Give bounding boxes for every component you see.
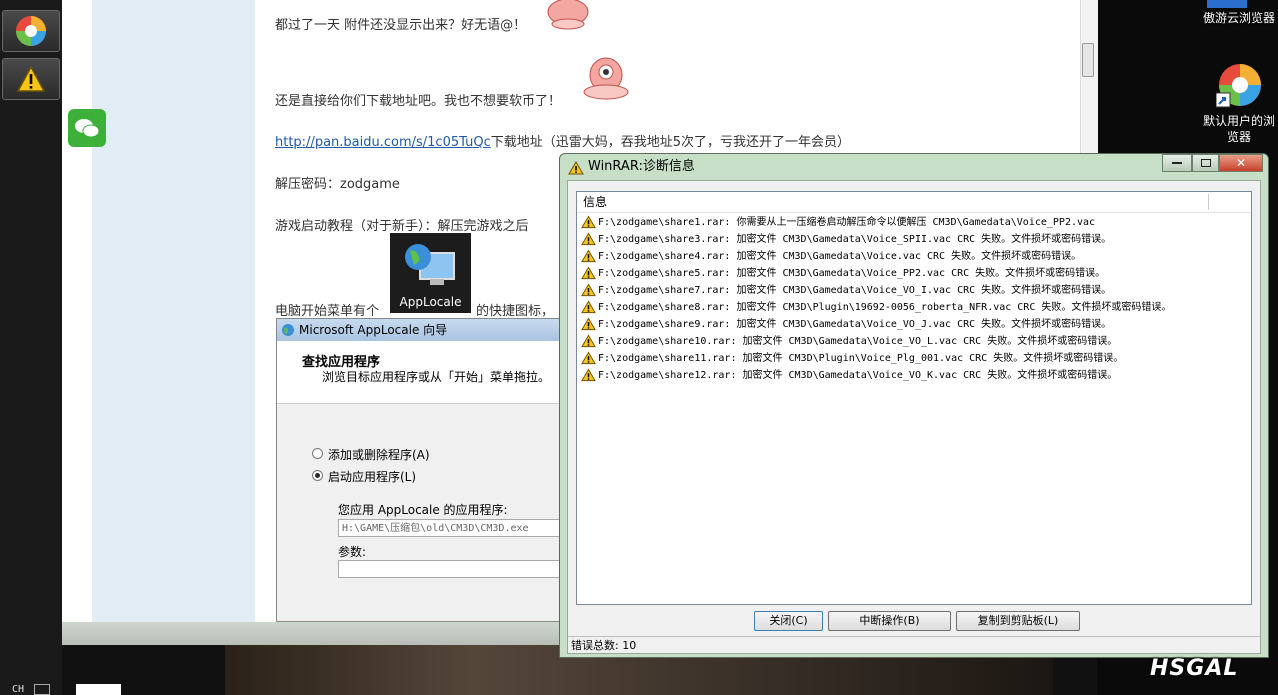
- post-line: 都过了一天 附件还没显示出来？好无语@！: [275, 18, 527, 33]
- launch-app-radio[interactable]: [312, 470, 323, 481]
- app-path-label: 您应用 AppLocale 的应用程序:: [338, 503, 508, 517]
- add-remove-radio[interactable]: [312, 448, 323, 459]
- applocale-label: AppLocale: [399, 295, 462, 309]
- taskbar: [0, 0, 62, 695]
- message-row[interactable]: F:\zodgame\share10.rar: 加密文件 CM3D\Gameda…: [581, 333, 1117, 350]
- wizard-header: 查找应用程序 浏览目标应用程序或从「开始」菜单拖拉。: [277, 341, 559, 404]
- message-text: F:\zodgame\share3.rar: 加密文件 CM3D\Gamedat…: [598, 234, 1112, 245]
- close-button[interactable]: 关闭(C): [754, 611, 823, 631]
- column-header-label: 信息: [583, 195, 608, 209]
- dialog-body: 信息 F:\zodgame\share1.rar: 你需要从上一压缩卷启动解压命…: [567, 180, 1261, 654]
- message-row[interactable]: F:\zodgame\share11.rar: 加密文件 CM3D\Plugin…: [581, 350, 1123, 367]
- add-remove-label[interactable]: 添加或删除程序(A): [328, 446, 430, 463]
- maximize-icon: [1200, 159, 1211, 167]
- desktop-icon-maxthon-cloud[interactable]: [1207, 0, 1247, 8]
- post-line: http://pan.baidu.com/s/1c05TuQc下载地址（迅雷大妈…: [275, 131, 850, 150]
- warning-icon: [581, 300, 596, 314]
- scrollbar-thumb[interactable]: [1082, 43, 1094, 77]
- launch-app-label[interactable]: 启动应用程序(L): [328, 468, 416, 485]
- post-line: 还是直接给你们下载地址吧。我也不想要软币了！: [275, 94, 562, 109]
- download-link[interactable]: http://pan.baidu.com/s/1c05TuQc: [275, 135, 491, 150]
- column-separator[interactable]: [1208, 194, 1209, 210]
- desktop-icon-label-line: 览器: [1226, 130, 1251, 144]
- wechat-icon: [75, 119, 100, 138]
- applocale-small-icon: [282, 324, 294, 336]
- warning-icon: [581, 351, 596, 365]
- close-window-button[interactable]: ✕: [1219, 154, 1263, 172]
- warning-icon: [581, 232, 596, 246]
- post-line: 的快捷图标，: [476, 304, 555, 319]
- applocale-icon: [405, 244, 455, 285]
- message-row[interactable]: F:\zodgame\share3.rar: 加密文件 CM3D\Gamedat…: [581, 231, 1111, 248]
- message-text: F:\zodgame\share8.rar: 加密文件 CM3D\Plugin\…: [598, 302, 1172, 313]
- message-row[interactable]: F:\zodgame\share4.rar: 加密文件 CM3D\Gamedat…: [581, 248, 1081, 265]
- app-path-input[interactable]: H:\GAME\压缩包\old\CM3D\CM3D.exe: [338, 519, 560, 537]
- applocale-wizard-window: Microsoft AppLocale 向导 查找应用程序 浏览目标应用程序或从…: [276, 318, 560, 622]
- warning-icon: [581, 334, 596, 348]
- message-text: F:\zodgame\share5.rar: 加密文件 CM3D\Gamedat…: [598, 268, 1106, 279]
- warning-icon: [581, 368, 596, 382]
- params-label: 参数:: [338, 545, 367, 559]
- abort-button[interactable]: 中断操作(B): [828, 611, 951, 631]
- message-row[interactable]: F:\zodgame\share8.rar: 加密文件 CM3D\Plugin\…: [581, 299, 1171, 316]
- emoticon-icon: [583, 57, 629, 100]
- message-text: F:\zodgame\share4.rar: 加密文件 CM3D\Gamedat…: [598, 251, 1082, 262]
- message-row[interactable]: F:\zodgame\share1.rar: 你需要从上一压缩卷启动解压命令以便…: [581, 214, 1095, 231]
- download-link-note: 下载地址（迅雷大妈，吞我地址5次了，亏我还开了一年会员）: [490, 135, 850, 150]
- desktop-icon-label[interactable]: 默认用户的浏 览器: [1194, 113, 1278, 145]
- wechat-share-icon[interactable]: [68, 109, 106, 147]
- browser-logo-icon: [16, 16, 46, 46]
- post-line: 游戏启动教程（对于新手）：解压完游戏之后: [275, 219, 529, 234]
- warning-icon: [16, 65, 46, 92]
- message-text: F:\zodgame\share9.rar: 加密文件 CM3D\Gamedat…: [598, 319, 1112, 330]
- warning-icon: [581, 317, 596, 331]
- message-text: F:\zodgame\share7.rar: 加密文件 CM3D\Gamedat…: [598, 285, 1112, 296]
- warning-icon: [581, 249, 596, 263]
- message-row[interactable]: F:\zodgame\share12.rar: 加密文件 CM3D\Gameda…: [581, 367, 1117, 384]
- message-row[interactable]: F:\zodgame\share5.rar: 加密文件 CM3D\Gamedat…: [581, 265, 1105, 282]
- taskbar-thumbnail[interactable]: [76, 684, 121, 695]
- desktop-icon-label[interactable]: 傲游云浏览器: [1194, 10, 1278, 26]
- message-text: F:\zodgame\share10.rar: 加密文件 CM3D\Gameda…: [598, 336, 1118, 347]
- window-title-text: Microsoft AppLocale 向导: [299, 323, 448, 337]
- error-count-status: 错误总数: 10: [568, 636, 1260, 654]
- window-title: Microsoft AppLocale 向导: [277, 319, 559, 341]
- column-header[interactable]: 信息: [577, 192, 1251, 213]
- params-input[interactable]: [338, 560, 560, 578]
- desktop-icon-label-line: 默认用户的浏: [1202, 114, 1275, 128]
- wizard-subheading: 浏览目标应用程序或从「开始」菜单拖拉。: [322, 370, 551, 384]
- language-indicator[interactable]: CH: [12, 684, 24, 695]
- message-text: F:\zodgame\share12.rar: 加密文件 CM3D\Gameda…: [598, 370, 1118, 381]
- warning-icon: [581, 266, 596, 280]
- message-row[interactable]: F:\zodgame\share9.rar: 加密文件 CM3D\Gamedat…: [581, 316, 1111, 333]
- emoticon-icon: [547, 0, 589, 30]
- default-browser-icon[interactable]: [1216, 61, 1264, 109]
- minimize-button[interactable]: [1162, 154, 1192, 172]
- message-text: F:\zodgame\share11.rar: 加密文件 CM3D\Plugin…: [598, 353, 1124, 364]
- winrar-diagnostic-window: WinRAR:诊断信息 ✕ 信息 F:\zodgame\share1.rar: …: [559, 153, 1269, 658]
- taskbar-warning-button[interactable]: [2, 58, 60, 100]
- message-row[interactable]: F:\zodgame\share7.rar: 加密文件 CM3D\Gamedat…: [581, 282, 1111, 299]
- warning-icon: [581, 283, 596, 297]
- minimize-icon: [1172, 162, 1182, 164]
- message-text: F:\zodgame\share1.rar: 你需要从上一压缩卷启动解压命令以便…: [598, 217, 1096, 228]
- message-list[interactable]: 信息 F:\zodgame\share1.rar: 你需要从上一压缩卷启动解压命…: [576, 191, 1252, 605]
- maximize-button[interactable]: [1192, 154, 1219, 172]
- applocale-shortcut-image: AppLocale: [390, 233, 471, 313]
- keyboard-icon[interactable]: [34, 684, 50, 695]
- copy-to-clipboard-button[interactable]: 复制到剪贴板(L): [956, 611, 1080, 631]
- hsgal-watermark: HSGAL: [1150, 656, 1239, 681]
- close-icon: ✕: [1235, 156, 1247, 170]
- post-line: 解压密码：zodgame: [275, 177, 400, 192]
- post-line: 电脑开始菜单有个: [275, 304, 380, 319]
- post-author-column: [92, 0, 256, 622]
- warning-icon: [581, 215, 596, 229]
- taskbar-browser-button[interactable]: [2, 10, 60, 52]
